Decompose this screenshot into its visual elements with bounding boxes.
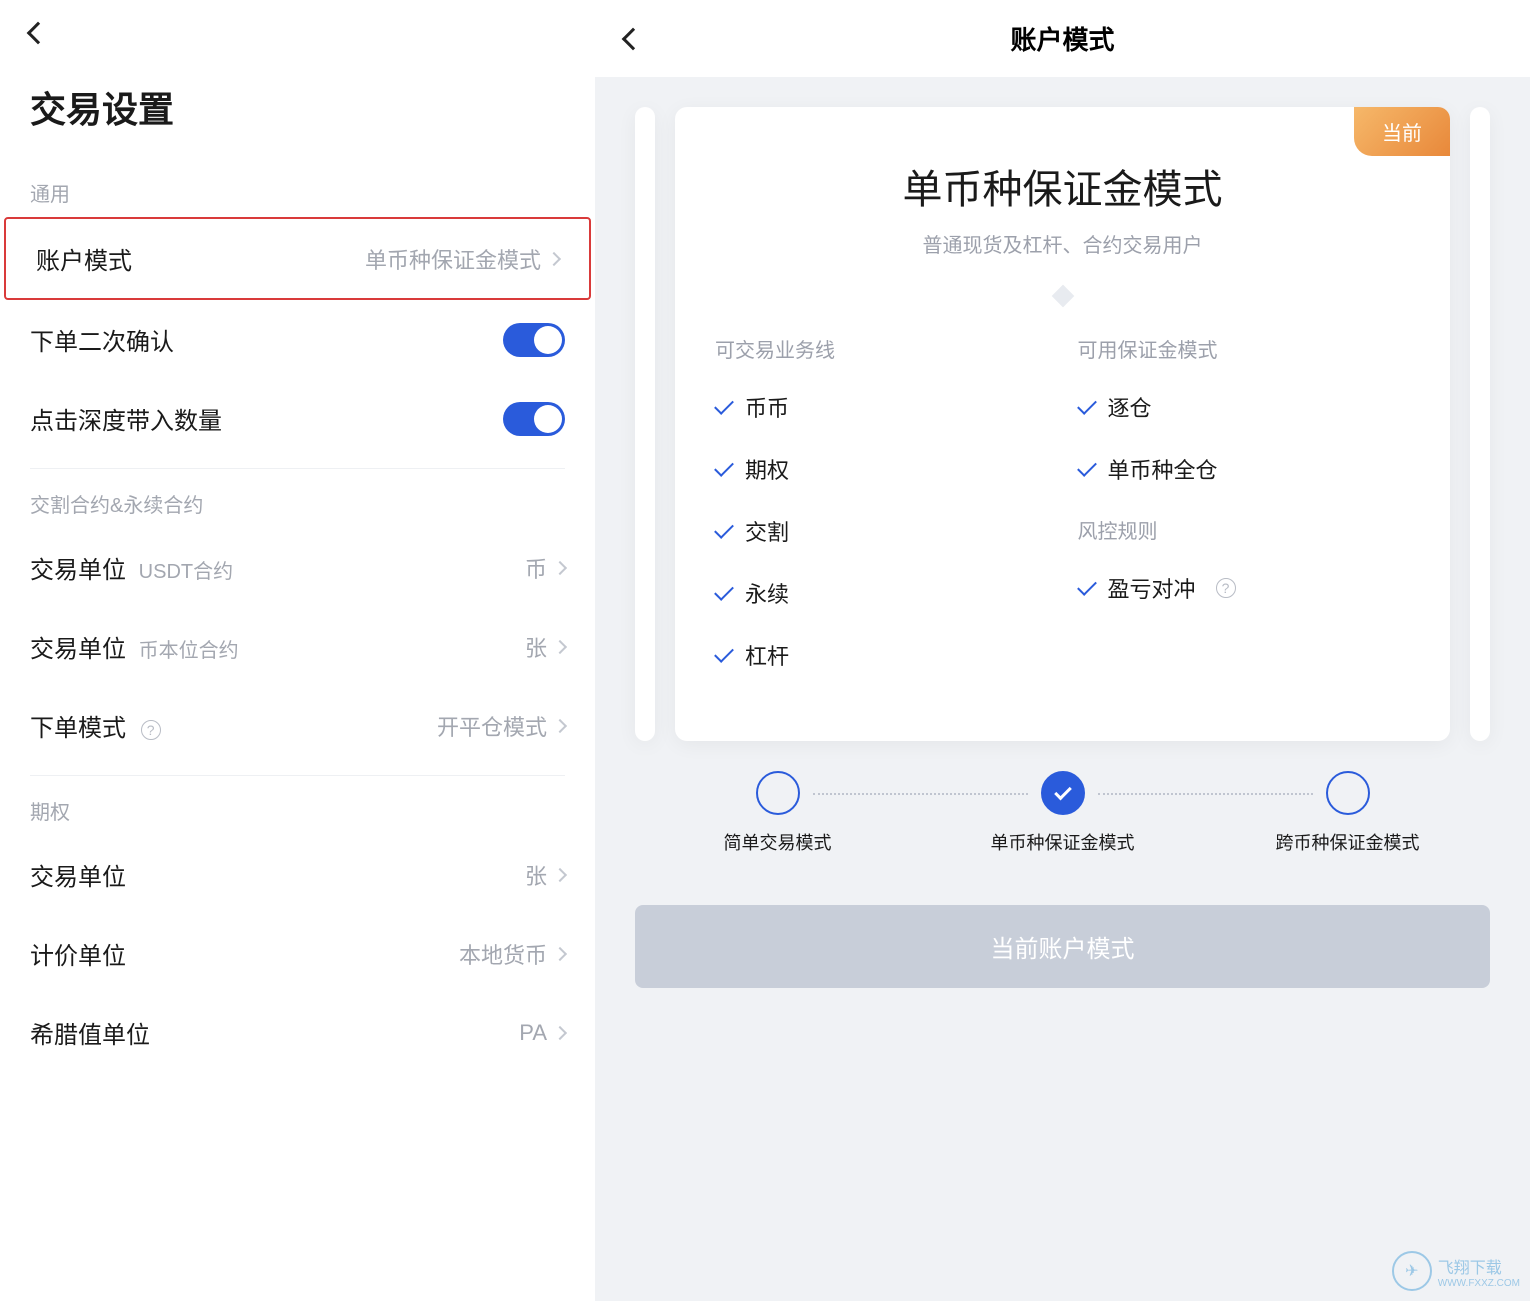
order-mode-label: 下单模式 xyxy=(30,715,126,742)
check-icon xyxy=(714,457,734,477)
back-icon[interactable] xyxy=(622,27,645,50)
order-mode-row[interactable]: 下单模式 ? 开平仓模式 xyxy=(0,686,595,765)
quote-unit-label: 计价单位 xyxy=(30,936,126,971)
order-confirm-toggle[interactable] xyxy=(503,323,565,357)
unit-coin-label: 交易单位 xyxy=(30,636,126,663)
mode-stepper: 简单交易模式 单币种保证金模式 跨币种保证金模式 xyxy=(595,751,1530,885)
columns: 可交易业务线 币币 期权 交割 永续 杠杆 可用保证金模式 逐仓 单币种全仓 风… xyxy=(715,334,1410,701)
mode-card: 当前 单币种保证金模式 普通现货及杠杆、合约交易用户 可交易业务线 币币 期权 … xyxy=(675,107,1450,741)
step-cross-margin[interactable]: 跨币种保证金模式 xyxy=(1205,771,1490,855)
margin-modes-header: 可用保证金模式 xyxy=(1078,334,1411,363)
check-icon xyxy=(1077,395,1097,415)
section-options-header: 期权 xyxy=(0,776,595,835)
page-title: 交易设置 xyxy=(0,51,595,158)
list-item: 逐仓 xyxy=(1078,391,1411,423)
chevron-right-icon xyxy=(553,560,567,574)
order-mode-value: 开平仓模式 xyxy=(437,710,547,742)
list-item: 币币 xyxy=(715,391,1048,423)
options-unit-row[interactable]: 交易单位 张 xyxy=(0,835,595,914)
quote-unit-value: 本地货币 xyxy=(459,938,547,970)
step-label: 单币种保证金模式 xyxy=(991,829,1135,855)
card-title: 单币种保证金模式 xyxy=(715,157,1410,215)
chevron-right-icon xyxy=(553,946,567,960)
next-card-sliver[interactable] xyxy=(1470,107,1490,741)
list-item: 盈亏对冲? xyxy=(1078,572,1411,604)
step-circle-icon xyxy=(756,771,800,815)
unit-usdt-row[interactable]: 交易单位 USDT合约 币 xyxy=(0,528,595,607)
check-icon xyxy=(714,519,734,539)
step-circle-filled-icon xyxy=(1041,771,1085,815)
trade-lines-col: 可交易业务线 币币 期权 交割 永续 杠杆 xyxy=(715,334,1048,701)
check-icon xyxy=(714,395,734,415)
check-icon xyxy=(1054,783,1072,801)
account-mode-value: 单币种保证金模式 xyxy=(365,243,541,275)
greek-unit-value: PA xyxy=(519,1020,547,1046)
chevron-right-icon xyxy=(553,639,567,653)
check-icon xyxy=(1077,576,1097,596)
step-circle-icon xyxy=(1326,771,1370,815)
header-bar: 账户模式 xyxy=(595,0,1530,77)
current-badge: 当前 xyxy=(1354,107,1450,156)
greek-unit-label: 希腊值单位 xyxy=(30,1015,150,1050)
order-confirm-row: 下单二次确认 xyxy=(0,300,595,379)
unit-usdt-value: 币 xyxy=(525,552,547,584)
check-icon xyxy=(714,643,734,663)
list-item: 单币种全仓 xyxy=(1078,453,1411,485)
back-bar xyxy=(0,0,595,51)
account-mode-row[interactable]: 账户模式 单币种保证金模式 xyxy=(4,217,591,300)
unit-coin-sub: 币本位合约 xyxy=(139,640,239,662)
prev-card-sliver[interactable] xyxy=(635,107,655,741)
watermark-url: WWW.FXXZ.COM xyxy=(1438,1278,1520,1289)
divider-diamond-icon xyxy=(1051,285,1074,308)
depth-quantity-toggle[interactable] xyxy=(503,402,565,436)
watermark-text: 飞翔下载 xyxy=(1438,1254,1520,1278)
step-single-margin[interactable]: 单币种保证金模式 xyxy=(920,771,1205,855)
unit-coin-row[interactable]: 交易单位 币本位合约 张 xyxy=(0,607,595,686)
depth-quantity-row: 点击深度带入数量 xyxy=(0,379,595,458)
card-subtitle: 普通现货及杠杆、合约交易用户 xyxy=(715,229,1410,258)
section-futures-header: 交割合约&永续合约 xyxy=(0,469,595,528)
account-mode-screen: 账户模式 当前 单币种保证金模式 普通现货及杠杆、合约交易用户 可交易业务线 币… xyxy=(595,0,1530,1301)
card-container: 当前 单币种保证金模式 普通现货及杠杆、合约交易用户 可交易业务线 币币 期权 … xyxy=(595,77,1530,751)
step-label: 跨币种保证金模式 xyxy=(1276,829,1420,855)
chevron-right-icon xyxy=(553,1025,567,1039)
chevron-right-icon xyxy=(547,251,561,265)
greek-unit-row[interactable]: 希腊值单位 PA xyxy=(0,993,595,1072)
risk-header: 风控规则 xyxy=(1078,515,1411,544)
check-icon xyxy=(714,581,734,601)
chevron-right-icon xyxy=(553,867,567,881)
list-item: 交割 xyxy=(715,515,1048,547)
settings-screen: 交易设置 通用 账户模式 单币种保证金模式 下单二次确认 点击深度带入数量 交割… xyxy=(0,0,595,1301)
unit-usdt-label: 交易单位 xyxy=(30,557,126,584)
options-unit-value: 张 xyxy=(525,859,547,891)
watermark-logo-icon: ✈ xyxy=(1392,1251,1432,1291)
current-mode-button[interactable]: 当前账户模式 xyxy=(635,905,1490,988)
help-icon[interactable]: ? xyxy=(141,720,161,740)
quote-unit-row[interactable]: 计价单位 本地货币 xyxy=(0,914,595,993)
chevron-right-icon xyxy=(553,718,567,732)
help-icon[interactable]: ? xyxy=(1216,578,1236,598)
margin-risk-col: 可用保证金模式 逐仓 单币种全仓 风控规则 盈亏对冲? xyxy=(1078,334,1411,701)
step-simple[interactable]: 简单交易模式 xyxy=(635,771,920,855)
step-label: 简单交易模式 xyxy=(724,829,832,855)
watermark: ✈ 飞翔下载 WWW.FXXZ.COM xyxy=(1392,1251,1520,1291)
list-item: 期权 xyxy=(715,453,1048,485)
list-item: 永续 xyxy=(715,577,1048,609)
unit-usdt-sub: USDT合约 xyxy=(139,561,233,583)
order-confirm-label: 下单二次确认 xyxy=(30,322,174,357)
depth-quantity-label: 点击深度带入数量 xyxy=(30,401,222,436)
trade-lines-header: 可交易业务线 xyxy=(715,334,1048,363)
options-unit-label: 交易单位 xyxy=(30,857,126,892)
section-general-header: 通用 xyxy=(0,158,595,217)
header-title: 账户模式 xyxy=(1010,20,1114,57)
list-item: 杠杆 xyxy=(715,639,1048,671)
check-icon xyxy=(1077,457,1097,477)
unit-coin-value: 张 xyxy=(525,631,547,663)
account-mode-label: 账户模式 xyxy=(36,241,132,276)
back-icon[interactable] xyxy=(27,22,50,45)
